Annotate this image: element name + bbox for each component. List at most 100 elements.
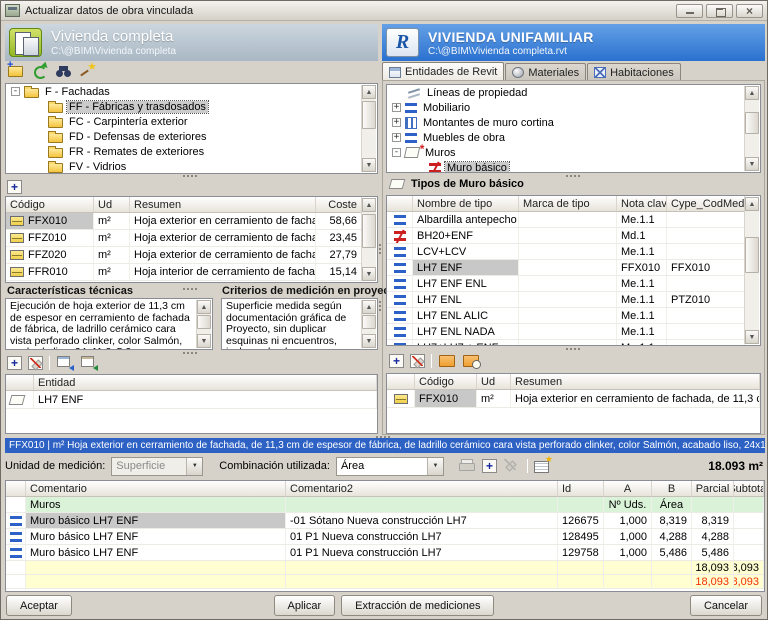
tree-item[interactable]: +Mobiliario <box>387 100 760 115</box>
tipos-scrollbar[interactable]: ▲ ▼ <box>744 197 759 344</box>
tab-materiales[interactable]: Materiales <box>505 63 586 81</box>
column-header[interactable]: Resumen <box>130 197 316 212</box>
panel-splitter[interactable] <box>379 244 381 254</box>
minimize-icon[interactable] <box>676 4 703 18</box>
splitter-handle[interactable] <box>183 352 197 354</box>
table-row[interactable]: LH7+LH7 + ENFMe.1.1 <box>387 340 745 346</box>
table-row[interactable]: FFR010m²Hoja interior de cerramiento de … <box>6 264 362 281</box>
scroll-thumb[interactable] <box>745 237 759 273</box>
table-row[interactable]: LH7 ENL ALICMe.1.1 <box>387 308 745 324</box>
measurement-row[interactable]: Muro básico LH7 ENF-01 Sótano Nueva cons… <box>6 513 764 529</box>
expand-icon[interactable]: + <box>392 118 401 127</box>
caracteristicas-scrollbar[interactable]: ▲ ▼ <box>196 300 211 348</box>
table-row[interactable]: FFX010m²Hoja exterior en cerramiento de … <box>6 213 362 230</box>
tree-item[interactable]: +Muebles de obra <box>387 130 760 145</box>
group-row[interactable]: MurosNº Uds.Área <box>6 497 764 513</box>
scroll-thumb[interactable] <box>362 101 376 129</box>
extraccion-button[interactable]: Extracción de mediciones <box>341 595 494 616</box>
column-header[interactable]: Subtotal <box>734 481 764 496</box>
column-header[interactable]: Resumen <box>511 374 760 389</box>
codes-scrollbar[interactable]: ▲ ▼ <box>361 198 376 281</box>
scroll-up-icon[interactable]: ▲ <box>362 85 376 99</box>
scroll-thumb[interactable] <box>197 315 211 329</box>
column-header[interactable]: Ud <box>477 374 511 389</box>
scroll-thumb[interactable] <box>745 112 759 134</box>
scroll-up-icon[interactable]: ▲ <box>197 300 211 314</box>
add-code-icon[interactable] <box>7 180 22 194</box>
splitter-handle[interactable] <box>566 348 580 350</box>
criterios-text[interactable]: Superficie medida según documentación gr… <box>221 298 378 350</box>
scroll-down-icon[interactable]: ▼ <box>362 334 376 348</box>
unidad-select[interactable]: Superficie ▼ <box>111 457 203 476</box>
table-row[interactable]: LH7 ENFFFX010FFX010 <box>387 260 745 276</box>
table-row[interactable]: BH20+ENFMd.1 <box>387 228 745 244</box>
chevron-down-icon[interactable]: ▼ <box>427 458 443 475</box>
tree-item[interactable]: -F - Fachadas <box>6 84 377 99</box>
scroll-up-icon[interactable]: ▲ <box>362 198 376 212</box>
table-row[interactable]: LCV+LCVMe.1.1 <box>387 244 745 260</box>
measurement-row[interactable]: Muro básico LH7 ENF01 P1 Nueva construcc… <box>6 529 764 545</box>
scroll-down-icon[interactable]: ▼ <box>362 267 376 281</box>
scroll-down-icon[interactable]: ▼ <box>362 158 376 172</box>
column-header[interactable]: Id <box>558 481 604 496</box>
measurement-table[interactable]: ComentarioComentario2IdABParcialSubtotal… <box>5 480 765 592</box>
titlebar[interactable]: Actualizar datos de obra vinculada <box>1 1 767 21</box>
scroll-down-icon[interactable]: ▼ <box>745 330 759 344</box>
criterios-scrollbar[interactable]: ▲ ▼ <box>361 300 376 348</box>
column-header[interactable]: Ud <box>94 197 130 212</box>
revit-tree[interactable]: Líneas de propiedad+Mobiliario+Montantes… <box>386 84 761 173</box>
panel-splitter[interactable] <box>379 301 381 311</box>
table-row[interactable]: FFX010m²Hoja exterior en cerramiento de … <box>387 390 760 408</box>
maximize-icon[interactable] <box>706 4 733 18</box>
recent-folder-icon[interactable] <box>462 353 480 369</box>
close-icon[interactable] <box>736 4 763 18</box>
expand-icon[interactable]: + <box>392 103 401 112</box>
table-row[interactable]: LH7 ENF <box>6 391 377 409</box>
tree-item[interactable]: FC - Carpintería exterior <box>6 114 377 129</box>
table-row[interactable]: LH7 ENLMe.1.1PTZ010 <box>387 292 745 308</box>
add-code-icon[interactable] <box>389 354 404 368</box>
chapter-tree[interactable]: -F - FachadasFF - Fábricas y trasdosados… <box>5 83 378 174</box>
column-header[interactable]: B <box>652 481 692 496</box>
tree-item[interactable]: -Muros <box>387 145 760 160</box>
tree-item[interactable]: FF - Fábricas y trasdosados <box>6 99 377 114</box>
tree-item[interactable]: FR - Remates de exteriores <box>6 144 377 159</box>
table-row[interactable]: LH7 ENL NADAMe.1.1 <box>387 324 745 340</box>
table-row[interactable]: LH7 ENF ENLMe.1.1 <box>387 276 745 292</box>
left-tree-scrollbar[interactable]: ▲ ▼ <box>361 85 376 172</box>
tree-item[interactable]: +Montantes de muro cortina <box>387 115 760 130</box>
right-tree-scrollbar[interactable]: ▲ ▼ <box>744 86 759 171</box>
table-row[interactable]: FFZ010m²Hoja exterior de cerramiento de … <box>6 230 362 247</box>
delete-code-icon[interactable] <box>410 354 425 368</box>
aplicar-button[interactable]: Aplicar <box>274 595 336 616</box>
column-header[interactable]: Nombre de tipo <box>413 196 519 211</box>
column-header[interactable]: Comentario <box>26 481 286 496</box>
tipos-table[interactable]: Nombre de tipoMarca de tipoNota claveCyp… <box>386 195 761 346</box>
caracteristicas-text[interactable]: Ejecución de hoja exterior de 11,3 cm de… <box>5 298 213 350</box>
open-folder-icon[interactable] <box>438 353 456 369</box>
column-header[interactable]: Marca de tipo <box>519 196 617 211</box>
cancelar-button[interactable]: Cancelar <box>690 595 762 616</box>
column-header[interactable]: Nota clave <box>617 196 667 211</box>
entidad-table[interactable]: Entidad LH7 ENF <box>5 374 378 434</box>
add-row-icon[interactable] <box>482 459 497 473</box>
scroll-down-icon[interactable]: ▼ <box>197 334 211 348</box>
add-entity-icon[interactable] <box>7 356 22 370</box>
measurement-table-icon[interactable] <box>534 458 552 474</box>
splitter-handle[interactable] <box>566 175 580 177</box>
column-header[interactable]: Cype_CodMed <box>667 196 745 211</box>
column-header[interactable]: Parcial <box>692 481 734 496</box>
column-header[interactable]: Código <box>6 197 94 212</box>
tab-entidades[interactable]: Entidades de Revit <box>382 62 504 81</box>
tree-item[interactable]: FV - Vidrios <box>6 159 377 174</box>
column-header[interactable]: Coste <box>316 197 362 212</box>
expand-icon[interactable]: + <box>392 133 401 142</box>
column-header[interactable]: Código <box>415 374 477 389</box>
splitter-handle[interactable] <box>183 288 197 290</box>
splitter-handle[interactable] <box>183 175 197 177</box>
delete-entity-icon[interactable] <box>28 356 43 370</box>
paste-icon[interactable] <box>80 355 98 371</box>
tree-item[interactable]: Muro básico <box>387 160 760 173</box>
scroll-up-icon[interactable]: ▲ <box>745 197 759 211</box>
codes-table[interactable]: CódigoUdResumenCoste FFX010m²Hoja exteri… <box>5 196 378 283</box>
